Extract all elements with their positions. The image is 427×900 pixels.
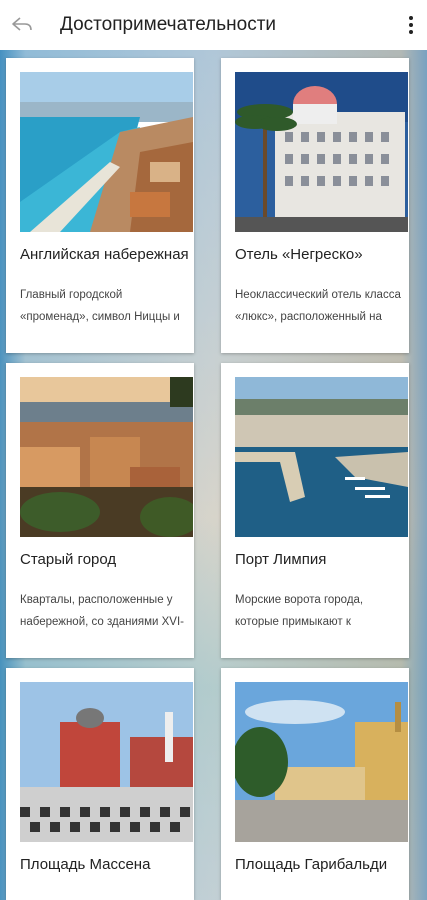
page-title: Достопримечательности [60,14,277,35]
place-name: Английская набережная [20,246,189,263]
more-vert-icon[interactable] [401,10,421,40]
negresco-photo [235,72,408,232]
place-description: Неоклассический отель класса «люкс», рас… [235,289,401,323]
place-card[interactable]: Площадь Гарибальди [221,668,409,900]
place-name: Площадь Гарибальди [235,856,388,873]
port-photo [235,377,408,537]
place-description: Кварталы, расположенные у набережной, со… [20,594,185,628]
place-card[interactable]: Порт Лимпия Морские ворота города, котор… [221,363,409,658]
place-name: Порт Лимпия [235,551,327,568]
place-description: Главный городской «променад», символ Ниц… [20,289,180,323]
place-name: Площадь Массена [20,856,151,873]
place-card[interactable]: Старый город Кварталы, расположенные у н… [6,363,194,658]
place-card[interactable]: Площадь Массена [6,668,194,900]
place-name: Отель «Негреско» [235,246,363,263]
place-name: Старый город [20,551,117,568]
massena-photo [20,682,193,842]
place-description: Морские ворота города, которые примыкают… [235,594,364,628]
place-card[interactable]: Английская набережная Главный городской … [6,58,194,353]
back-arrow-icon[interactable] [10,13,34,37]
old-town-photo [20,377,193,537]
promenade-photo [20,72,193,232]
place-card[interactable]: Отель «Негреско» Неоклассический отель к… [221,58,409,353]
garibaldi-photo [235,682,408,842]
app-bar: Достопримечательности [0,0,427,50]
